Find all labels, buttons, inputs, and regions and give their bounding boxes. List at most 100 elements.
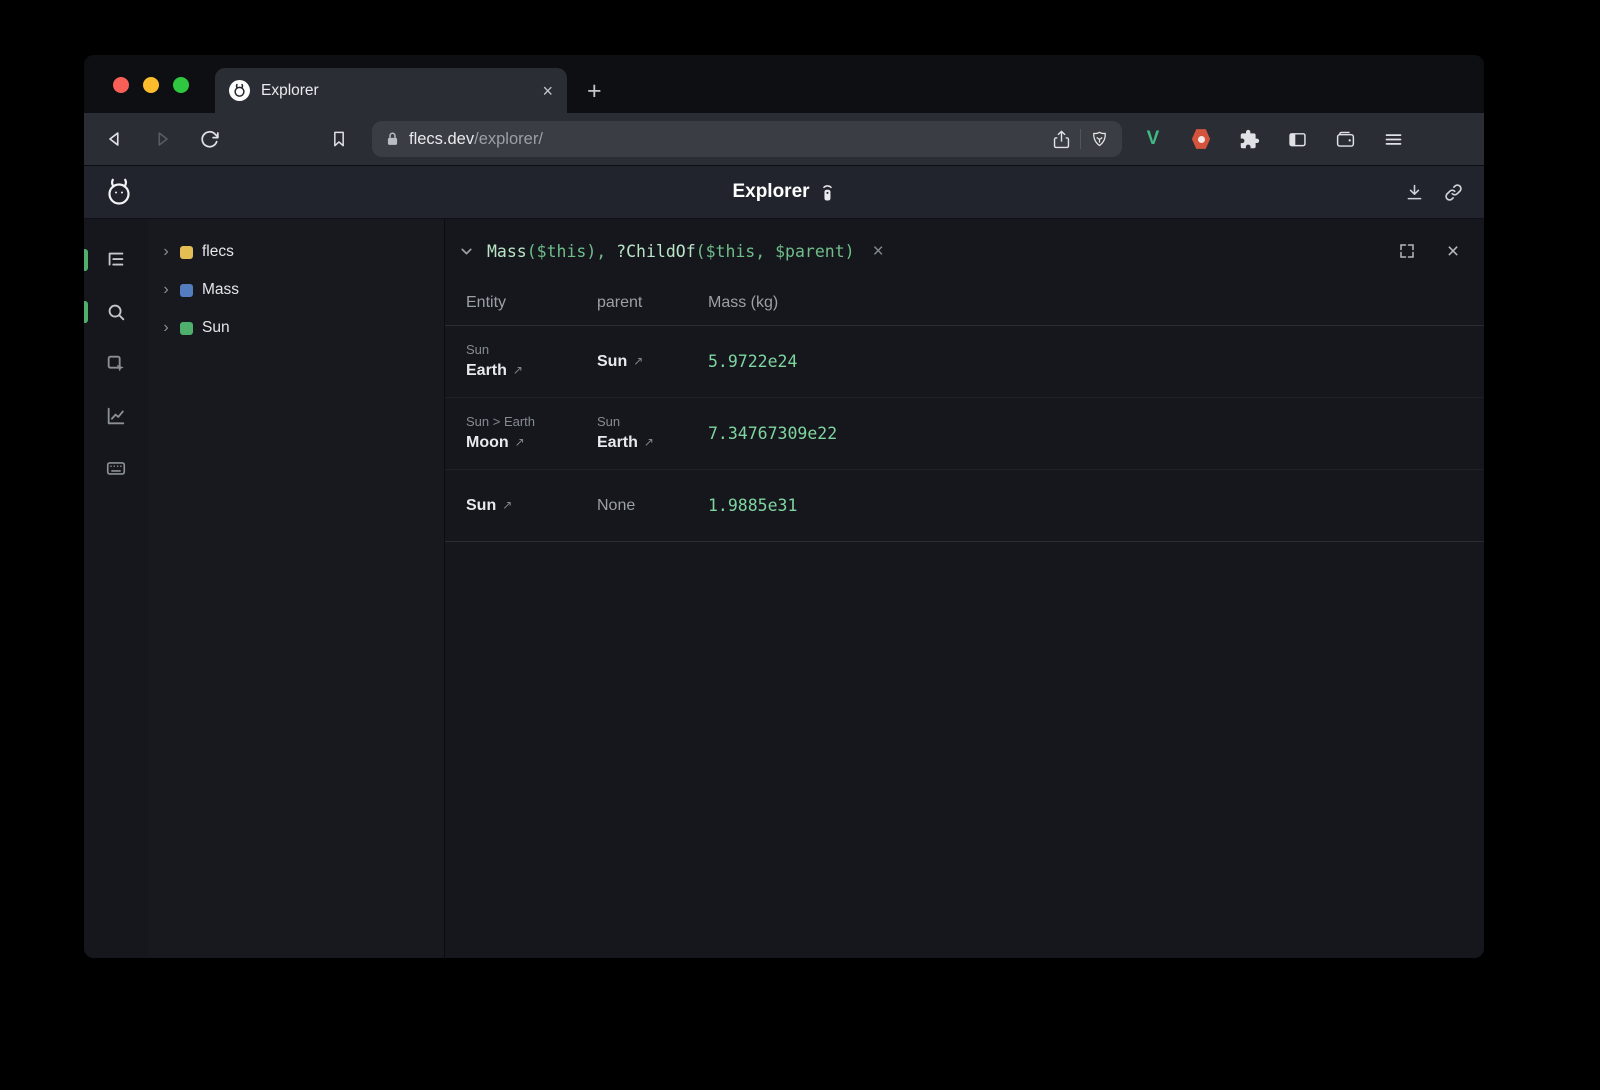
entity-name: Moon <box>466 431 509 455</box>
mass-value: 1.9885e31 <box>708 496 1484 515</box>
inspect-icon[interactable] <box>104 352 128 376</box>
entity-none: None <box>597 494 708 518</box>
table-row: Sun > EarthMoon↗SunEarth↗7.34767309e22 <box>445 398 1484 470</box>
app-header: Explorer <box>84 165 1484 218</box>
entity-link[interactable]: Earth↗ <box>466 359 597 383</box>
app-header-actions <box>1404 182 1464 203</box>
open-entity-icon: ↗ <box>502 493 512 517</box>
query-panel: Mass($this), ?ChildOf($this, $parent) × … <box>445 219 1484 958</box>
remote-connection-icon <box>820 181 836 203</box>
tree-item-flecs[interactable]: › flecs <box>148 233 444 271</box>
tab-strip: Explorer × + <box>84 55 1484 113</box>
parent-cell: None <box>597 494 708 518</box>
entity-name: Earth <box>466 359 507 383</box>
parent-cell: Sun↗ <box>597 350 708 374</box>
entity-path: Sun <box>466 340 597 359</box>
column-header: parent <box>597 294 708 312</box>
url-bar[interactable]: flecs.dev/explorer/ <box>372 121 1122 157</box>
table-row: Sun↗None1.9885e31 <box>445 470 1484 542</box>
tree-item-mass[interactable]: ›Mass <box>148 271 444 309</box>
column-header: Mass (kg) <box>708 294 1484 312</box>
extension-badge-icon[interactable] <box>1184 124 1218 154</box>
entity-cell: Sun > EarthMoon↗ <box>466 412 597 455</box>
entity-cell: SunEarth↗ <box>466 340 597 383</box>
flecs-logo <box>104 176 134 208</box>
fullscreen-icon[interactable] <box>1396 240 1418 262</box>
tree-item-label: Mass <box>202 281 239 299</box>
download-icon[interactable] <box>1404 182 1425 203</box>
query-token: Mass <box>487 242 527 261</box>
open-entity-icon: ↗ <box>515 430 525 454</box>
url-text: flecs.dev/explorer/ <box>409 130 543 149</box>
share-icon[interactable] <box>1052 129 1071 150</box>
caret-icon: › <box>161 320 171 336</box>
tab-close-icon[interactable]: × <box>542 82 553 100</box>
table-row: SunEarth↗Sun↗5.9722e24 <box>445 326 1484 398</box>
lock-icon <box>385 131 400 148</box>
tool-rail <box>84 219 148 958</box>
main-content: ›flecs›Mass›Sun Mass($this), ?ChildOf($t… <box>84 218 1484 958</box>
extensions-puzzle-icon[interactable] <box>1232 124 1266 154</box>
new-tab-button[interactable]: + <box>587 79 602 104</box>
bookmark-icon[interactable] <box>322 122 356 156</box>
link-icon[interactable] <box>1443 182 1464 203</box>
menu-icon[interactable] <box>1376 124 1410 154</box>
entity-path: Sun <box>597 412 708 431</box>
url-domain: flecs.dev <box>409 130 474 148</box>
vue-devtools-icon[interactable]: V <box>1136 124 1170 154</box>
caret-icon: › <box>161 244 171 260</box>
back-button[interactable] <box>98 122 132 156</box>
open-entity-icon: ↗ <box>513 358 523 382</box>
entity-color-swatch <box>180 322 193 335</box>
entity-color-swatch <box>180 246 193 259</box>
entity-name: Earth <box>597 431 638 455</box>
hierarchy-icon[interactable] <box>104 248 128 272</box>
query-header: Mass($this), ?ChildOf($this, $parent) × … <box>445 226 1484 276</box>
entity-tree: › flecs ›Mass › Sun <box>148 219 445 958</box>
mass-value: 7.34767309e22 <box>708 424 1484 443</box>
entity-link[interactable]: Moon↗ <box>466 431 597 455</box>
entity-link[interactable]: Earth↗ <box>597 431 708 455</box>
query-token: ($this, $parent) <box>696 242 855 261</box>
entity-link[interactable]: Sun↗ <box>597 350 708 374</box>
tab-explorer[interactable]: Explorer × <box>215 68 567 113</box>
entity-link[interactable]: Sun↗ <box>466 494 597 518</box>
entity-name: Sun <box>466 494 496 518</box>
close-panel-icon[interactable]: × <box>1442 240 1464 262</box>
zoom-window-button[interactable] <box>173 77 189 93</box>
entity-name: Sun <box>597 350 627 374</box>
entity-color-swatch <box>180 284 193 297</box>
open-entity-icon: ↗ <box>644 430 654 454</box>
extension-icons: V <box>1136 124 1410 154</box>
url-separator <box>1080 129 1081 149</box>
entity-path: Sun > Earth <box>466 412 597 431</box>
tree-item-sun[interactable]: › Sun <box>148 309 444 347</box>
sidebar-toggle-icon[interactable] <box>1280 124 1314 154</box>
mass-value: 5.9722e24 <box>708 352 1484 371</box>
entity-cell: Sun↗ <box>466 494 597 518</box>
browser-toolbar: flecs.dev/explorer/ V <box>84 113 1484 165</box>
wallet-icon[interactable] <box>1328 124 1362 154</box>
tree-item-label: flecs <box>202 243 234 261</box>
chevron-down-icon[interactable] <box>455 240 477 262</box>
traffic-lights <box>113 77 189 93</box>
brave-shields-icon[interactable] <box>1090 129 1109 150</box>
query-expression[interactable]: Mass($this), ?ChildOf($this, $parent) <box>487 242 855 261</box>
open-entity-icon: ↗ <box>633 349 643 373</box>
search-icon[interactable] <box>104 300 128 324</box>
close-window-button[interactable] <box>113 77 129 93</box>
statistics-icon[interactable] <box>104 404 128 428</box>
tree-item-label: Sun <box>202 319 230 337</box>
query-token: ($this), <box>527 242 616 261</box>
parent-cell: SunEarth↗ <box>597 412 708 455</box>
forward-button[interactable] <box>145 122 179 156</box>
column-header: Entity <box>466 294 597 312</box>
url-path: /explorer/ <box>474 130 543 148</box>
commands-icon[interactable] <box>104 456 128 480</box>
minimize-window-button[interactable] <box>143 77 159 93</box>
results-body: SunEarth↗Sun↗5.9722e24Sun > EarthMoon↗Su… <box>445 326 1484 542</box>
query-token: ?ChildOf <box>616 242 695 261</box>
active-panel-indicator <box>84 301 88 323</box>
reload-button[interactable] <box>192 122 226 156</box>
clear-query-icon[interactable]: × <box>873 242 884 261</box>
